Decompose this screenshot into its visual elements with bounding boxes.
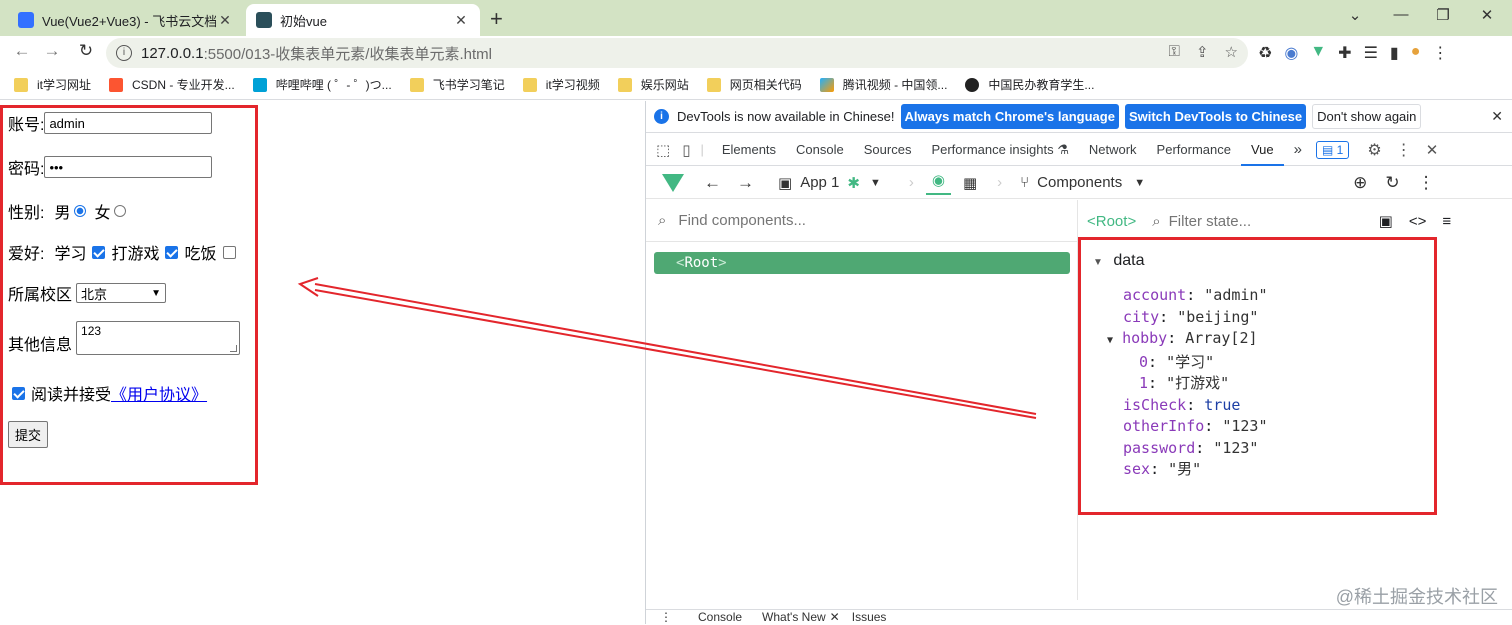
annotation-arrow xyxy=(297,277,1037,419)
